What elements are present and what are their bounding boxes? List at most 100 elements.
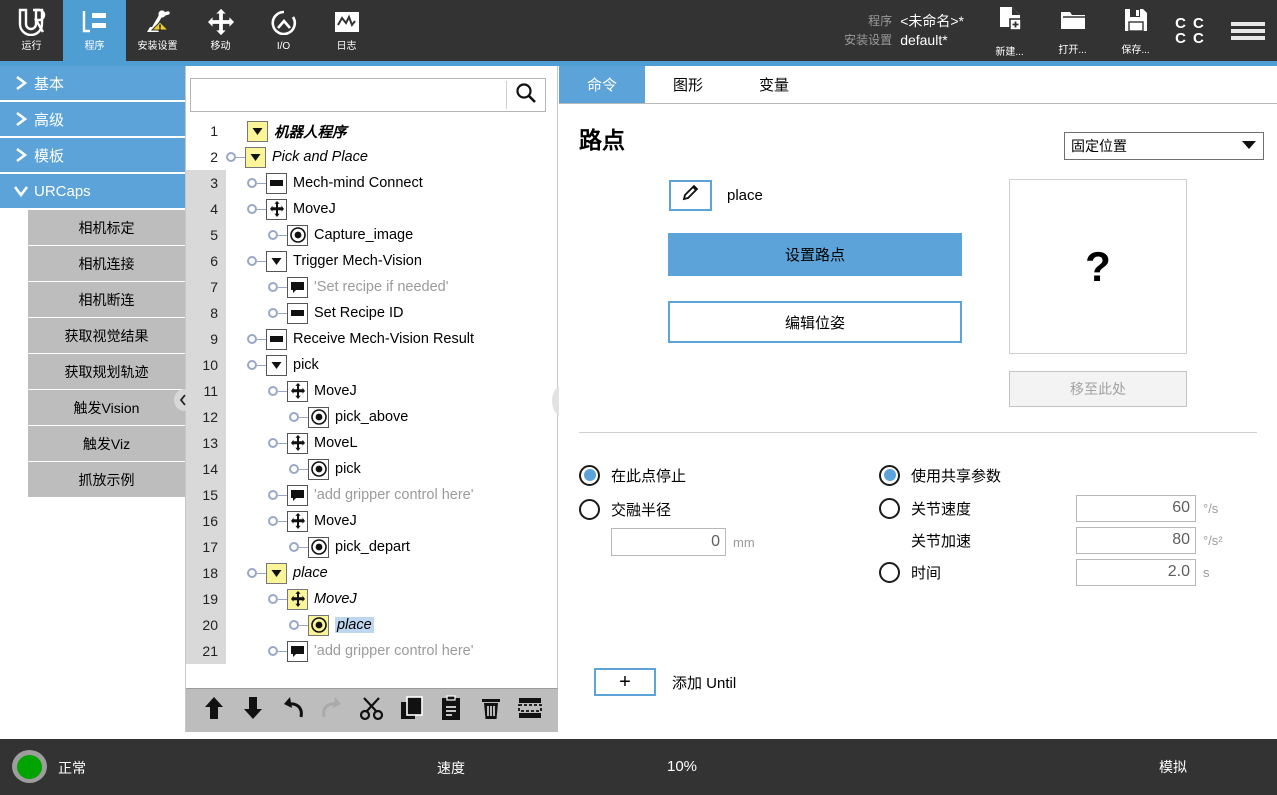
search-button[interactable] [507,79,545,111]
sidebar-item-trigger-viz[interactable]: 触发Viz [28,426,185,462]
stop-at-point-radio[interactable] [579,464,600,486]
sidebar-item-camera-calibration[interactable]: 相机标定 [28,210,185,246]
header-tab-move[interactable]: 移动 [189,0,252,61]
sidebar-item-get-vision-result[interactable]: 获取视觉结果 [28,318,185,354]
tree-hinge-icon[interactable] [247,360,257,370]
tree-row[interactable]: 18 place [186,560,558,586]
tree-row[interactable]: 12 pick_above [186,404,558,430]
tree-row[interactable]: 9 Receive Mech-Vision Result [186,326,558,352]
tree-hinge-icon[interactable] [268,230,278,240]
sidebar-item-camera-connect[interactable]: 相机连接 [28,246,185,282]
tree-row[interactable]: 20 place [186,612,558,638]
tree-row[interactable]: 2 Pick and Place [186,144,558,170]
header-tab-installation[interactable]: 安装设置 [126,0,189,61]
tree-row[interactable]: 15 'add gripper control here' [186,482,558,508]
tree-row[interactable]: 4 MoveJ [186,196,558,222]
move-up-button[interactable] [198,695,230,727]
stop-at-point-option[interactable]: 在此点停止 [579,458,869,492]
sidebar-group-advanced[interactable]: 高级 [0,102,185,138]
tree-row[interactable]: 17 pick_depart [186,534,558,560]
cut-button[interactable] [356,695,388,727]
sidebar-item-pick-place-example[interactable]: 抓放示例 [28,462,185,498]
save-program-button[interactable]: 保存... [1104,0,1167,61]
sidebar-group-templates[interactable]: 模板 [0,138,185,174]
tree-hinge-icon[interactable] [268,308,278,318]
position-mode-dropdown[interactable]: 固定位置 [1064,132,1264,160]
suppress-button[interactable] [514,695,546,727]
delete-button[interactable] [475,695,507,727]
header-tab-program[interactable]: 程序 [63,0,126,61]
tree-hinge-icon[interactable] [289,620,299,630]
sidebar-item-get-planned-path[interactable]: 获取规划轨迹 [28,354,185,390]
search-input[interactable] [191,79,506,111]
blend-radius-input[interactable]: 0 [611,528,726,556]
set-waypoint-button[interactable]: 设置路点 [668,233,962,276]
tree-row[interactable]: 16 MoveJ [186,508,558,534]
tree-hinge-icon[interactable] [247,334,257,344]
copy-button[interactable] [396,695,428,727]
tree-row[interactable]: 8 Set Recipe ID [186,300,558,326]
tree-row[interactable]: 1 机器人程序 [186,118,558,144]
tree-hinge-icon[interactable] [247,568,257,578]
add-until-button[interactable]: + [594,668,656,696]
tree-row[interactable]: 19 MoveJ [186,586,558,612]
tree-hinge-icon[interactable] [268,386,278,396]
tree-row[interactable]: 10 pick [186,352,558,378]
tab-variables[interactable]: 变量 [731,66,817,103]
tree-row[interactable]: 7 'Set recipe if needed' [186,274,558,300]
shared-parameters-radio[interactable] [879,464,900,486]
tree-hinge-icon[interactable] [268,646,278,656]
tab-graphics[interactable]: 图形 [645,66,731,103]
sidebar-group-urcaps[interactable]: URCaps [0,174,185,210]
tree-hinge-icon[interactable] [289,464,299,474]
edit-pose-button[interactable]: 编辑位姿 [668,301,962,343]
paste-button[interactable] [435,695,467,727]
header-tab-run[interactable]: 运行 [0,0,63,61]
redo-button[interactable] [316,695,348,727]
open-program-button[interactable]: 打开... [1041,0,1104,61]
program-tree-scroll[interactable]: 1 机器人程序 2 Pick and Place 3 Mech-mind Connect 4… [186,118,558,750]
tree-hinge-icon[interactable] [268,516,278,526]
sidebar-item-trigger-vision[interactable]: 触发Vision [28,390,185,426]
joint-accel-input[interactable]: 80 [1076,526,1196,554]
sidebar-item-label: 获取规划轨迹 [64,363,149,380]
program-search-box[interactable] [190,78,546,112]
tree-hinge-icon[interactable] [289,412,299,422]
tree-hinge-icon[interactable] [247,256,257,266]
time-input[interactable]: 2.0 [1076,558,1196,586]
tree-hinge-icon[interactable] [268,282,278,292]
shared-parameters-option[interactable]: 使用共享参数 [879,458,1259,492]
undo-button[interactable] [277,695,309,727]
header-tab-io[interactable]: I/O [252,0,315,61]
move-down-button[interactable] [237,695,269,727]
tree-row[interactable]: 6 Trigger Mech-Vision [186,248,558,274]
tab-command[interactable]: 命令 [559,66,645,103]
tree-row[interactable]: 14 pick [186,456,558,482]
edit-name-button[interactable] [669,179,712,211]
tree-row[interactable]: 13 MoveL [186,430,558,456]
tree-row[interactable]: 5 Capture_image [186,222,558,248]
sidebar-group-basic[interactable]: 基本 [0,66,185,102]
header-tab-log[interactable]: 日志 [315,0,378,61]
tree-row-content: 'add gripper control here' [226,638,558,664]
tree-row[interactable]: 3 Mech-mind Connect [186,170,558,196]
tree-hinge-icon[interactable] [226,152,236,162]
hamburger-menu-icon[interactable] [1219,0,1277,61]
add-until-row: + 添加 Until [594,668,736,696]
new-program-button[interactable]: 新建... [978,0,1041,61]
blend-radius-option[interactable]: 交融半径 [579,492,869,526]
tree-hinge-icon[interactable] [268,438,278,448]
joint-speed-input[interactable]: 60 [1076,494,1196,522]
tree-row[interactable]: 11 MoveJ [186,378,558,404]
sidebar-item-camera-disconnect[interactable]: 相机断连 [28,282,185,318]
tree-hinge-icon[interactable] [247,204,257,214]
move-here-button[interactable]: 移至此处 [1009,371,1187,407]
blend-radius-radio[interactable] [579,498,600,520]
tree-hinge-icon[interactable] [247,178,257,188]
time-radio[interactable] [879,561,900,583]
tree-row[interactable]: 21 'add gripper control here' [186,638,558,664]
tree-hinge-icon[interactable] [289,542,299,552]
tree-hinge-icon[interactable] [268,594,278,604]
joint-speed-radio[interactable] [879,497,900,519]
tree-hinge-icon[interactable] [268,490,278,500]
